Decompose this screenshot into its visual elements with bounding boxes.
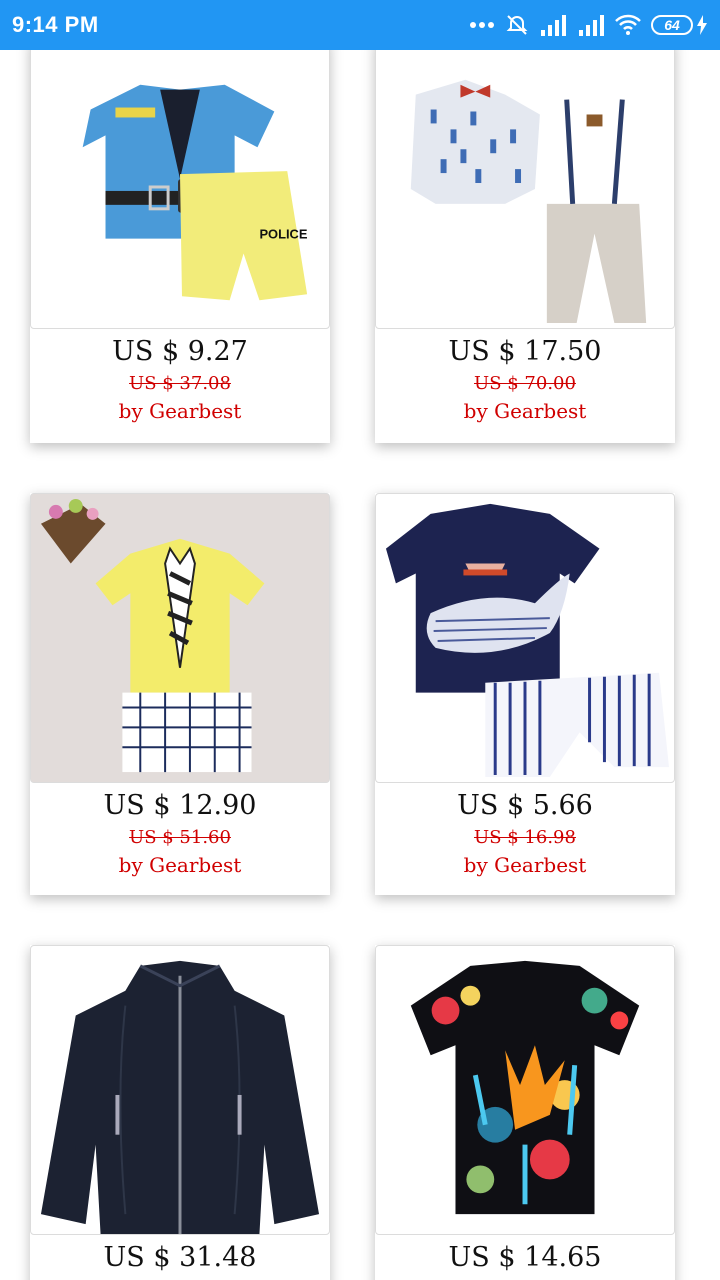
product-card[interactable]: US $ 31.48 bbox=[30, 945, 330, 1280]
wifi-icon bbox=[615, 14, 641, 35]
product-seller: by Gearbest bbox=[463, 853, 587, 877]
signal-icon bbox=[579, 15, 604, 36]
status-time: 9:14 PM bbox=[12, 12, 99, 37]
product-seller: by Gearbest bbox=[118, 399, 242, 423]
product-card[interactable]: POLICE US $ 9.27 US $ 37.08 by Gearbest bbox=[30, 50, 330, 443]
product-price: US $ 31.48 bbox=[103, 1242, 257, 1273]
more-dots-icon bbox=[470, 22, 494, 28]
svg-text:POLICE: POLICE bbox=[259, 227, 307, 242]
alarm-off-icon bbox=[506, 15, 528, 35]
status-icons: 64 bbox=[469, 13, 708, 37]
product-old-price: US $ 51.60 bbox=[129, 827, 231, 848]
product-card[interactable]: US $ 17.50 US $ 70.00 by Gearbest bbox=[375, 50, 675, 443]
product-seller: by Gearbest bbox=[463, 399, 587, 423]
product-price: US $ 9.27 bbox=[112, 336, 248, 367]
product-card[interactable]: US $ 12.90 US $ 51.60 by Gearbest bbox=[30, 493, 330, 895]
product-old-price: US $ 16.98 bbox=[474, 827, 576, 848]
product-old-price: US $ 37.08 bbox=[129, 373, 231, 394]
product-image-leather-jacket[interactable] bbox=[30, 945, 330, 1235]
signal-icon bbox=[541, 15, 566, 36]
battery-indicator: 64 bbox=[651, 15, 708, 35]
product-card[interactable]: US $ 5.66 US $ 16.98 by Gearbest bbox=[375, 493, 675, 895]
product-price: US $ 17.50 bbox=[448, 336, 602, 367]
product-price: US $ 14.65 bbox=[448, 1242, 602, 1273]
status-bar: 9:14 PM 64 bbox=[0, 0, 720, 50]
product-image-paint-splash-tshirt[interactable] bbox=[375, 945, 675, 1235]
battery-level: 64 bbox=[664, 17, 680, 33]
product-image-whale-tshirt-set[interactable] bbox=[375, 493, 675, 783]
product-price: US $ 5.66 bbox=[457, 790, 593, 821]
battery-icon: 64 bbox=[651, 15, 693, 35]
product-image-police-outfit[interactable]: POLICE bbox=[30, 50, 330, 329]
product-image-yellow-tie-tshirt-set[interactable] bbox=[30, 493, 330, 783]
charging-icon bbox=[697, 15, 707, 35]
product-price: US $ 12.90 bbox=[103, 790, 257, 821]
product-seller: by Gearbest bbox=[118, 853, 242, 877]
product-grid: POLICE US $ 9.27 US $ 37.08 by Gearbest … bbox=[0, 50, 720, 1280]
product-image-shirt-suspenders-set[interactable] bbox=[375, 50, 675, 329]
product-old-price: US $ 70.00 bbox=[474, 373, 576, 394]
product-card[interactable]: US $ 14.65 bbox=[375, 945, 675, 1280]
